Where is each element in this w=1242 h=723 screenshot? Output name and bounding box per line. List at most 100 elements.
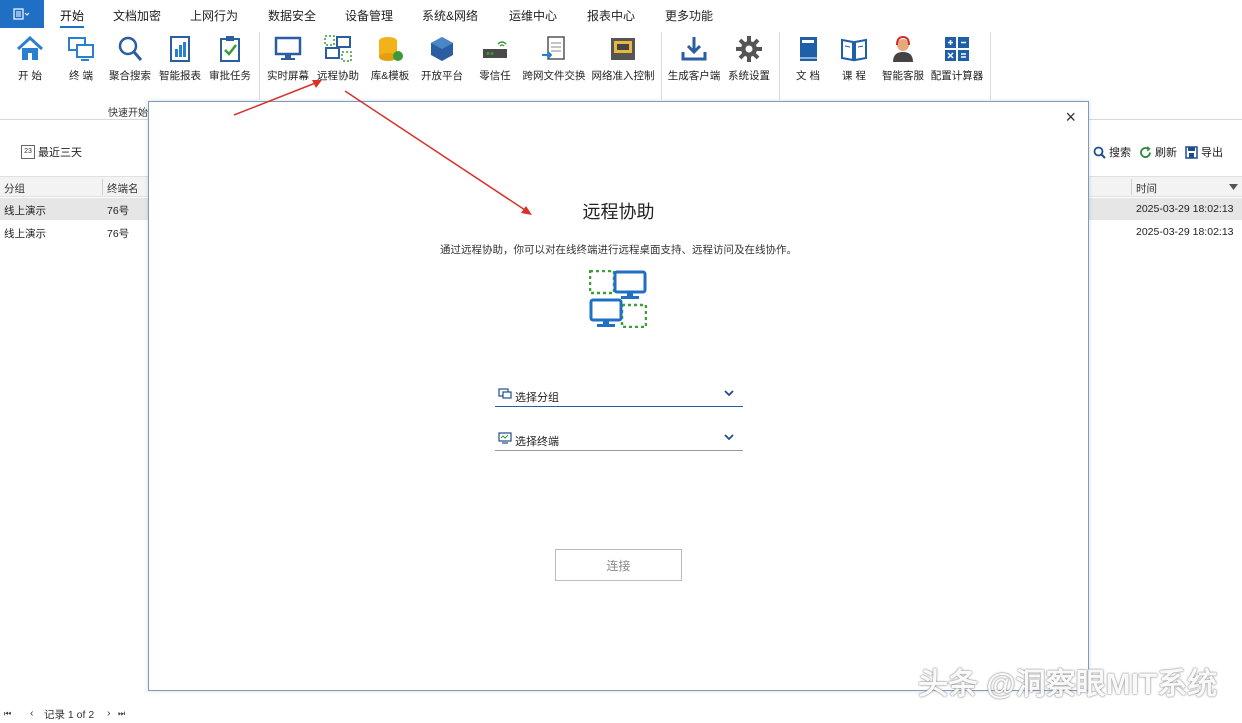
- tab-doc-encryption[interactable]: 文档加密: [113, 7, 161, 24]
- remote-desktop-icon: [324, 35, 352, 62]
- next-page-button[interactable]: ›: [107, 707, 111, 719]
- ribbon-smart-report-label: 智能报表: [159, 70, 201, 82]
- refresh-label: 刷新: [1155, 147, 1177, 159]
- ribbon-network-admission-label: 网络准入控制: [591, 70, 655, 82]
- pager: ⏮ ‹ 记录 1 of 2 › ⏭: [0, 705, 300, 723]
- connect-button[interactable]: 连接: [555, 549, 682, 581]
- cell-group: 线上演示: [4, 228, 46, 240]
- ribbon-approval-task-label: 审批任务: [209, 70, 251, 82]
- export-button[interactable]: 导出: [1185, 144, 1223, 160]
- ribbon-start-button[interactable]: 开 始: [10, 34, 50, 83]
- column-header-time[interactable]: 时间: [1136, 181, 1157, 196]
- ribbon-zero-trust-label: 零信任: [479, 70, 511, 82]
- search-button[interactable]: 搜索: [1093, 144, 1131, 160]
- network-port-icon: [611, 38, 635, 60]
- column-separator: [1131, 179, 1132, 195]
- remote-assist-dialog: × 远程协助 通过远程协助，你可以对在线终端进行远程桌面支持、远程访问及在线协作…: [148, 101, 1089, 691]
- column-header-group[interactable]: 分组: [4, 181, 25, 196]
- ribbon-approval-task-button[interactable]: 审批任务: [208, 34, 252, 83]
- ribbon-aggregate-search-button[interactable]: 聚合搜索: [108, 34, 152, 83]
- date-filter-label: 最近三天: [38, 147, 82, 159]
- ribbon-realtime-screen-button[interactable]: 实时屏幕: [265, 34, 311, 83]
- ribbon-system-settings-button[interactable]: 系统设置: [726, 34, 772, 83]
- tab-internet-behavior[interactable]: 上网行为: [190, 7, 238, 24]
- cell-terminal: 76号: [107, 205, 130, 217]
- cell-time: 2025-03-29 18:02:13: [1136, 203, 1234, 215]
- search-icon: [1093, 146, 1106, 159]
- tab-system-network[interactable]: 系统&网络: [422, 7, 478, 24]
- headset-agent-icon: [893, 35, 913, 62]
- ribbon-library-template-label: 库&模板: [370, 70, 410, 82]
- tab-device-management[interactable]: 设备管理: [345, 7, 393, 24]
- clipboard-check-icon: [220, 36, 240, 62]
- gear-icon: [736, 36, 762, 62]
- app-menu-button[interactable]: [0, 0, 44, 28]
- ribbon-remote-assist-button[interactable]: 远程协助: [315, 34, 361, 83]
- dialog-title: 远程协助: [582, 202, 655, 222]
- ribbon-separator: [259, 32, 260, 100]
- tab-start[interactable]: 开始: [60, 7, 85, 28]
- column-header-terminal[interactable]: 终端名: [107, 181, 139, 196]
- first-page-button[interactable]: ⏮: [4, 709, 11, 719]
- prev-page-button[interactable]: ‹: [30, 707, 34, 719]
- ribbon-open-platform-button[interactable]: 开放平台: [419, 34, 465, 83]
- terminal-icon: [68, 37, 94, 61]
- tab-data-security[interactable]: 数据安全: [268, 7, 316, 24]
- group-select[interactable]: 选择分组: [495, 385, 743, 407]
- search-icon: [118, 36, 143, 61]
- ribbon-generate-client-button[interactable]: 生成客户端: [666, 34, 722, 83]
- ribbon-terminal-button[interactable]: 终 端: [61, 34, 101, 83]
- report-icon: [170, 36, 190, 62]
- ribbon-terminal-label: 终 端: [69, 70, 93, 82]
- watermark: 头条 @洞察眼MIT系统: [918, 668, 1218, 701]
- ribbon-smart-support-button[interactable]: 智能客服: [880, 34, 926, 83]
- home-icon: [16, 35, 44, 60]
- ribbon-zero-trust-button[interactable]: 零信任: [472, 34, 518, 83]
- tab-report-center[interactable]: 报表中心: [587, 7, 635, 24]
- ribbon-generate-client-label: 生成客户端: [667, 70, 721, 82]
- ribbon-separator: [779, 32, 780, 100]
- refresh-button[interactable]: 刷新: [1139, 144, 1177, 160]
- cell-group: 线上演示: [4, 205, 46, 217]
- calculator-icon: [945, 37, 969, 61]
- dialog-description: 通过远程协助，你可以对在线终端进行远程桌面支持、远程访问及在线协作。: [440, 244, 797, 256]
- ribbon-config-calculator-button[interactable]: 配置计算器: [929, 34, 985, 83]
- close-icon[interactable]: ×: [1065, 108, 1076, 126]
- ribbon-separator: [990, 32, 991, 100]
- terminal-select-placeholder: 选择终端: [515, 436, 559, 448]
- router-icon: [483, 41, 507, 58]
- book-icon: [800, 37, 817, 61]
- monitor-icon: [498, 432, 512, 444]
- ribbon-group-label: 快速开始: [108, 108, 148, 119]
- file-exchange-icon: [542, 36, 565, 60]
- ribbon-smart-report-button[interactable]: 智能报表: [158, 34, 202, 83]
- date-filter-button[interactable]: 23 最近三天: [21, 144, 82, 160]
- cube-icon: [431, 37, 453, 61]
- monitor-icon: [274, 36, 302, 60]
- ribbon-cross-network-file-exchange-label: 跨网文件交换: [522, 70, 586, 82]
- sort-down-icon[interactable]: [1229, 184, 1238, 190]
- group-select-placeholder: 选择分组: [515, 392, 559, 404]
- ribbon-library-template-button[interactable]: 库&模板: [367, 34, 413, 83]
- group-icon: [498, 388, 512, 399]
- ribbon-open-platform-label: 开放平台: [421, 70, 463, 82]
- chevron-down-icon: [724, 434, 734, 441]
- terminal-select[interactable]: 选择终端: [495, 429, 743, 451]
- ribbon-network-admission-button[interactable]: 网络准入控制: [590, 34, 656, 83]
- ribbon-documents-label: 文 档: [796, 70, 820, 82]
- ribbon-start-label: 开 始: [18, 70, 42, 82]
- export-label: 导出: [1201, 147, 1223, 159]
- cell-time: 2025-03-29 18:02:13: [1136, 226, 1234, 238]
- export-icon: [1185, 145, 1198, 159]
- column-separator: [102, 179, 103, 195]
- tab-ops-center[interactable]: 运维中心: [509, 7, 557, 24]
- chevron-down-icon: [724, 390, 734, 397]
- search-label: 搜索: [1109, 147, 1131, 159]
- ribbon-courses-button[interactable]: 课 程: [834, 34, 874, 83]
- ribbon-documents-button[interactable]: 文 档: [788, 34, 828, 83]
- ribbon-aggregate-search-label: 聚合搜索: [109, 70, 151, 82]
- last-page-button[interactable]: ⏭: [118, 709, 125, 719]
- tab-more-features[interactable]: 更多功能: [665, 7, 713, 24]
- ribbon-cross-network-file-exchange-button[interactable]: 跨网文件交换: [520, 34, 588, 83]
- calendar-icon: 23: [21, 145, 35, 159]
